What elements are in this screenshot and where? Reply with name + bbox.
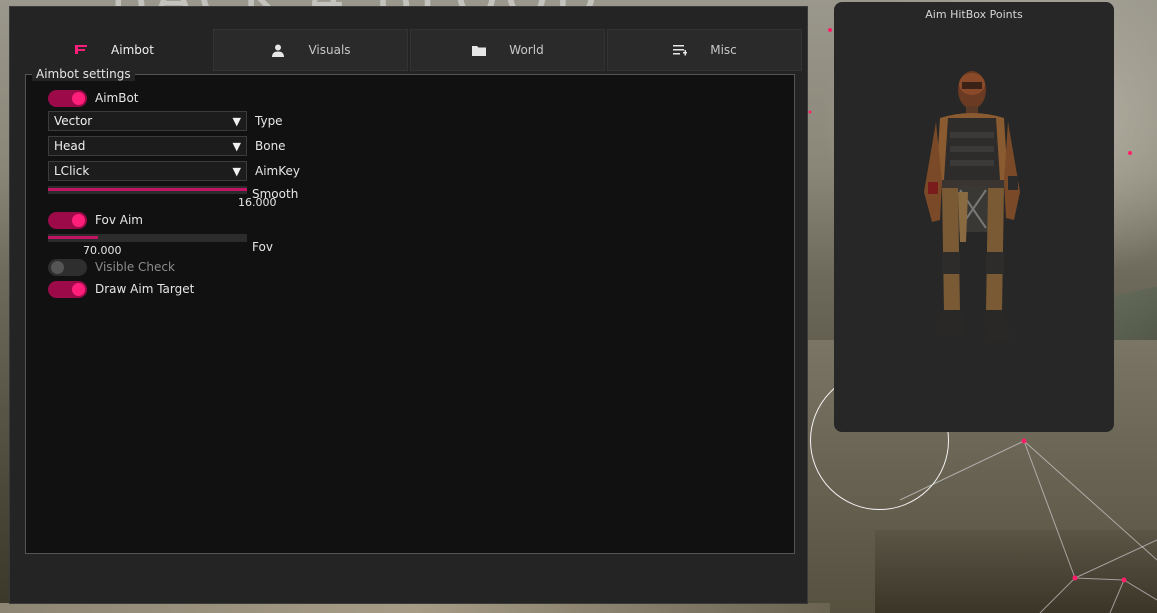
visible-check-toggle-row: Visible Check	[48, 258, 175, 276]
bone-combo-row: Head ▼ Bone	[48, 136, 286, 156]
toggle-knob	[51, 260, 64, 274]
smooth-slider[interactable]	[48, 186, 247, 194]
type-combo[interactable]: Vector ▼	[48, 111, 247, 131]
fov-aim-toggle-row: Fov Aim	[48, 211, 143, 229]
tab-aimbot[interactable]: Aimbot	[16, 29, 211, 71]
draw-aim-target-toggle-label: Draw Aim Target	[95, 282, 195, 296]
tab-label: Aimbot	[111, 43, 154, 57]
draw-aim-target-toggle-row: Draw Aim Target	[48, 280, 194, 298]
aimbot-toggle[interactable]	[48, 89, 87, 107]
preview-title: Aim HitBox Points	[925, 8, 1023, 21]
smooth-slider-fill	[48, 188, 247, 191]
draw-aim-target-toggle[interactable]	[48, 280, 87, 298]
bone-combo[interactable]: Head ▼	[48, 136, 247, 156]
toggle-knob	[72, 91, 85, 105]
smooth-label: Smooth	[252, 187, 299, 201]
aimkey-combo-row: LClick ▼ AimKey	[48, 161, 300, 181]
visible-check-toggle[interactable]	[48, 258, 87, 276]
hitbox-preview-panel: Aim HitBox Points	[834, 2, 1114, 432]
folder-icon	[471, 42, 487, 58]
type-combo-row: Vector ▼ Type	[48, 111, 283, 131]
fov-aim-toggle[interactable]	[48, 211, 87, 229]
fov-slider[interactable]	[48, 234, 247, 242]
tab-label: Misc	[710, 43, 737, 57]
tab-bar: Aimbot Visuals World Misc	[16, 29, 802, 71]
visible-check-toggle-label: Visible Check	[95, 260, 175, 274]
menu-window: Aimbot Visuals World Misc Aimbot setting…	[9, 6, 808, 604]
tab-visuals[interactable]: Visuals	[213, 29, 408, 71]
chevron-down-icon: ▼	[232, 164, 241, 178]
aimkey-label: AimKey	[255, 164, 300, 178]
aimbot-settings-group: Aimbot settings AimBot Vector ▼ Type Hea…	[25, 67, 795, 554]
fov-aim-toggle-label: Fov Aim	[95, 213, 143, 227]
chevron-down-icon: ▼	[232, 139, 241, 153]
soldier-model-image	[924, 71, 1020, 342]
bone-combo-value: Head	[54, 139, 86, 153]
crosshair-icon	[73, 42, 89, 58]
toggle-knob	[72, 282, 85, 296]
toggle-knob	[72, 213, 85, 227]
bone-label: Bone	[255, 139, 286, 153]
fov-value: 70.000	[83, 244, 122, 257]
type-label: Type	[255, 114, 283, 128]
tab-world[interactable]: World	[410, 29, 605, 71]
aimbot-toggle-label: AimBot	[95, 91, 139, 105]
group-title: Aimbot settings	[32, 67, 135, 81]
tab-misc[interactable]: Misc	[607, 29, 802, 71]
type-combo-value: Vector	[54, 114, 93, 128]
chevron-down-icon: ▼	[232, 114, 241, 128]
person-icon	[270, 42, 286, 58]
tab-label: World	[509, 43, 544, 57]
fov-slider-fill	[48, 236, 98, 239]
fov-label: Fov	[252, 240, 273, 254]
tab-label: Visuals	[308, 43, 351, 57]
aimkey-combo-value: LClick	[54, 164, 90, 178]
aimbot-toggle-row: AimBot	[48, 89, 139, 107]
aimkey-combo[interactable]: LClick ▼	[48, 161, 247, 181]
list-settings-icon	[672, 42, 688, 58]
